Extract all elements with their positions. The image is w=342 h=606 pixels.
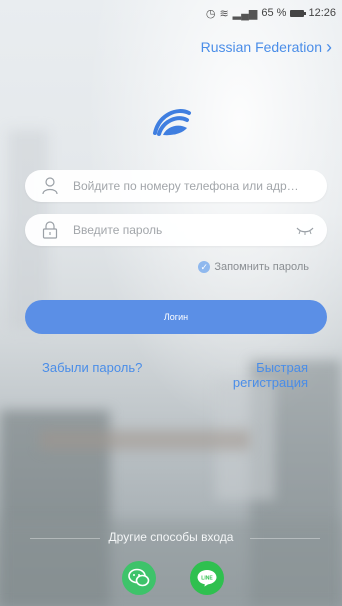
eye-closed-icon[interactable] [295,223,315,237]
remember-password[interactable]: ✓ Запомнить пароль [198,261,309,273]
alarm-icon: ◷ [205,7,216,20]
svg-text:LINE: LINE [201,576,213,582]
background-table [40,430,250,450]
divider-right [250,538,320,539]
lock-icon [39,219,61,241]
account-field[interactable]: Войдите по номеру телефона или адрес... [25,170,327,202]
battery-icon [290,9,307,17]
user-icon [39,175,61,197]
app-logo [153,109,191,136]
region-label: Russian Federation [200,39,322,55]
login-button[interactable]: Логин [25,300,327,334]
battery-percent: 65 % [261,7,287,19]
region-selector[interactable]: Russian Federation › [201,38,332,56]
password-field[interactable]: Введите пароль [25,214,327,246]
other-login-title: Другие способы входа [108,530,234,544]
line-icon: LINE [197,570,217,587]
forgot-password-link[interactable]: Забыли пароль? [42,360,142,375]
wifi-icon: ≋ [219,7,229,20]
chevron-right-icon: › [326,37,332,57]
line-login-button[interactable]: LINE [190,561,224,595]
remember-label: Запомнить пароль [214,261,309,273]
wechat-icon [128,568,150,587]
checkmark-icon[interactable]: ✓ [198,261,211,273]
quick-register-link[interactable]: Быстрая регистрация [218,360,308,390]
login-screen: ◷ ≋ ▂▄▆ 65 % 12:26 Russian Federation › … [0,0,342,606]
account-placeholder: Войдите по номеру телефона или адрес... [73,179,303,193]
status-bar: ◷ ≋ ▂▄▆ 65 % 12:26 [206,4,336,22]
signal-icon: ▂▄▆ [232,7,258,20]
status-time: 12:26 [308,7,336,19]
wechat-login-button[interactable] [122,561,156,595]
password-placeholder: Введите пароль [73,223,163,237]
